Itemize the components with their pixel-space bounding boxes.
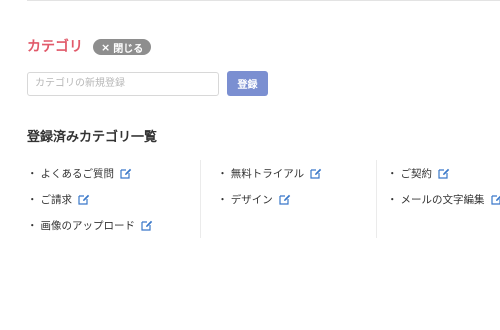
- bullet: ・: [27, 167, 38, 180]
- registered-categories-title: 登録済みカテゴリ一覧: [27, 130, 158, 145]
- category-label: メールの文字編集: [400, 193, 485, 206]
- list-item: ・ メールの文字編集: [387, 186, 500, 212]
- bullet: ・: [387, 167, 398, 180]
- bullet: ・: [27, 219, 38, 232]
- list-item: ・ ご請求: [27, 186, 200, 212]
- bullet: ・: [387, 193, 398, 206]
- category-columns: ・ よくあるご質問 ・ ご請求 ・ 画像のアップロード ・ 無料トライアル ・ …: [27, 160, 500, 238]
- category-column-3: ・ ご契約 ・ メールの文字編集: [377, 160, 500, 238]
- category-header: カテゴリ × 閉じる: [27, 38, 152, 56]
- list-item: ・ よくあるご質問: [27, 160, 200, 186]
- list-item: ・ 無料トライアル: [217, 160, 376, 186]
- category-label: ご契約: [400, 167, 433, 180]
- list-item: ・ デザイン: [217, 186, 376, 212]
- edit-icon[interactable]: [310, 167, 322, 179]
- add-category-form: 登録: [27, 71, 268, 96]
- bullet: ・: [27, 193, 38, 206]
- close-button-label: 閉じる: [113, 43, 144, 55]
- list-item: ・ ご契約: [387, 160, 500, 186]
- close-icon: ×: [101, 40, 111, 54]
- category-column-1: ・ よくあるご質問 ・ ご請求 ・ 画像のアップロード: [27, 160, 202, 238]
- edit-icon[interactable]: [120, 167, 132, 179]
- page-title: カテゴリ: [27, 39, 83, 55]
- edit-icon[interactable]: [438, 167, 450, 179]
- category-label: 画像のアップロード: [40, 219, 136, 232]
- edit-icon[interactable]: [78, 193, 90, 205]
- edit-icon[interactable]: [490, 193, 500, 205]
- new-category-input[interactable]: [27, 71, 219, 96]
- category-column-2: ・ 無料トライアル ・ デザイン: [201, 160, 377, 238]
- list-item: ・ 画像のアップロード: [27, 212, 200, 238]
- edit-icon[interactable]: [141, 219, 153, 231]
- category-label: 無料トライアル: [230, 167, 305, 180]
- category-label: よくあるご質問: [40, 167, 115, 180]
- register-button[interactable]: 登録: [227, 71, 268, 96]
- top-divider: [27, 0, 500, 1]
- category-label: ご請求: [40, 193, 73, 206]
- bullet: ・: [217, 193, 228, 206]
- edit-icon[interactable]: [279, 193, 291, 205]
- category-label: デザイン: [230, 193, 273, 206]
- bullet: ・: [217, 167, 228, 180]
- close-button[interactable]: × 閉じる: [93, 39, 152, 55]
